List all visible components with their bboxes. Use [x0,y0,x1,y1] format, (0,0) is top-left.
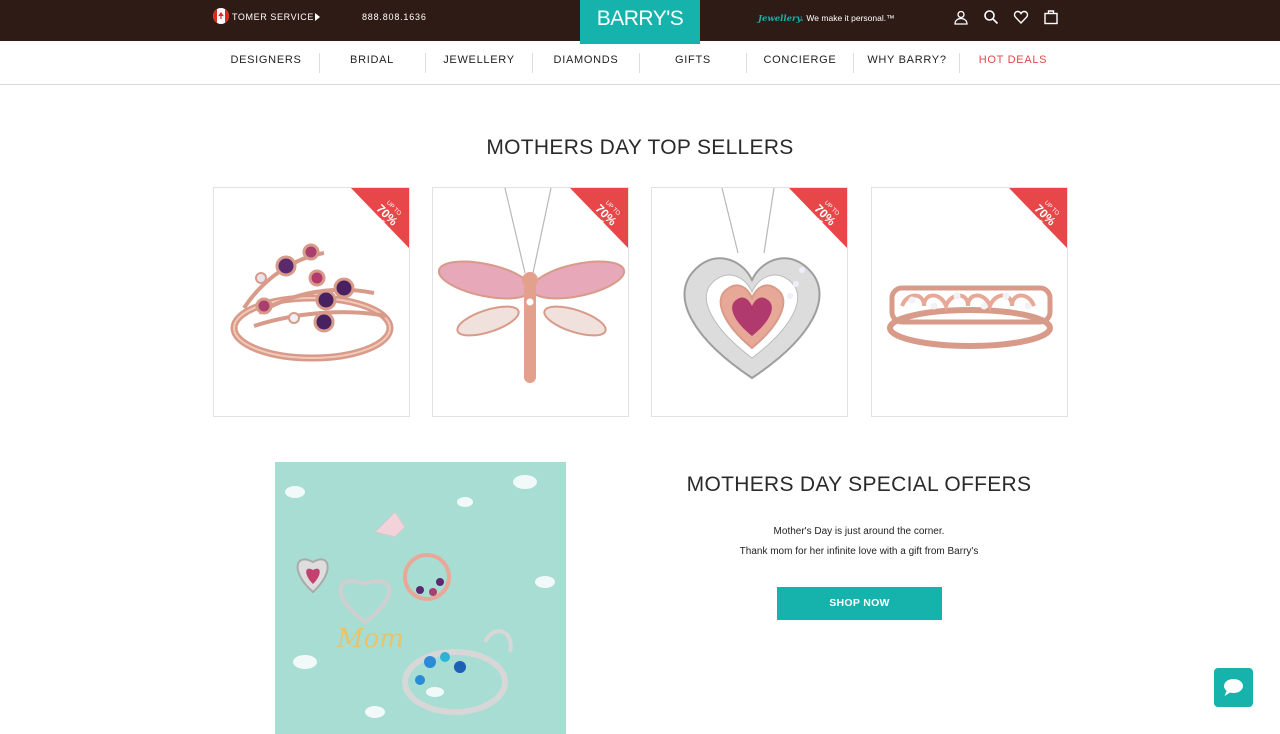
special-offers-title: MOTHERS DAY SPECIAL OFFERS [686,473,1032,496]
search-icon[interactable] [983,9,999,25]
nav-item-concierge[interactable]: CONCIERGE [747,54,853,66]
top-sellers-title: MOTHERS DAY TOP SELLERS [486,136,794,159]
nav-item-gifts[interactable]: GIFTS [640,54,746,66]
flag-canada-icon[interactable] [213,8,229,24]
nav-item-jewellery[interactable]: JEWELLERY [426,54,532,66]
nav-item-diamonds[interactable]: DIAMONDS [533,54,639,66]
promo-image[interactable]: Mom [275,462,566,734]
product-card[interactable]: UP TO 70% off [871,187,1068,417]
main-nav: DESIGNERS BRIDAL JEWELLERY DIAMONDS GIFT… [0,41,1280,85]
offer-text-line-1: Mother's Day is just around the corner. [773,526,945,537]
chat-bubble-icon [1224,679,1243,696]
logo[interactable]: BARRY'S [580,0,700,44]
caret-right-icon[interactable] [315,13,320,21]
offer-text-line-2: Thank mom for her infinite love with a g… [739,546,979,557]
top-bar: TOMER SERVICE 888.808.1636 BARRY'S Jewel… [0,0,1280,44]
tagline-text: We make it personal.™ [806,13,895,23]
product-card[interactable]: UP TO 70% off [432,187,629,417]
chat-button[interactable] [1214,668,1253,707]
nav-item-bridal[interactable]: BRIDAL [319,54,425,66]
product-card[interactable]: UP TO 70% off [651,187,848,417]
nav-item-hot-deals[interactable]: HOT DEALS [960,54,1066,66]
heart-icon[interactable] [1013,9,1029,25]
phone-number[interactable]: 888.808.1636 [362,12,427,22]
tagline-accent: Jewellery. [758,14,804,24]
customer-service-link[interactable]: TOMER SERVICE [232,12,314,22]
nav-item-designers[interactable]: DESIGNERS [213,54,319,66]
tagline: Jewellery. We make it personal.™ [758,13,895,24]
product-card[interactable]: UP TO 70% off [213,187,410,417]
bag-icon[interactable] [1043,9,1059,25]
shop-now-button[interactable]: SHOP NOW [777,587,942,620]
account-icon[interactable] [953,9,969,25]
nav-item-why-barry[interactable]: WHY BARRY? [854,54,960,66]
jewellery-collection-illustration: Mom [285,475,555,718]
svg-text:Mom: Mom [336,624,404,654]
